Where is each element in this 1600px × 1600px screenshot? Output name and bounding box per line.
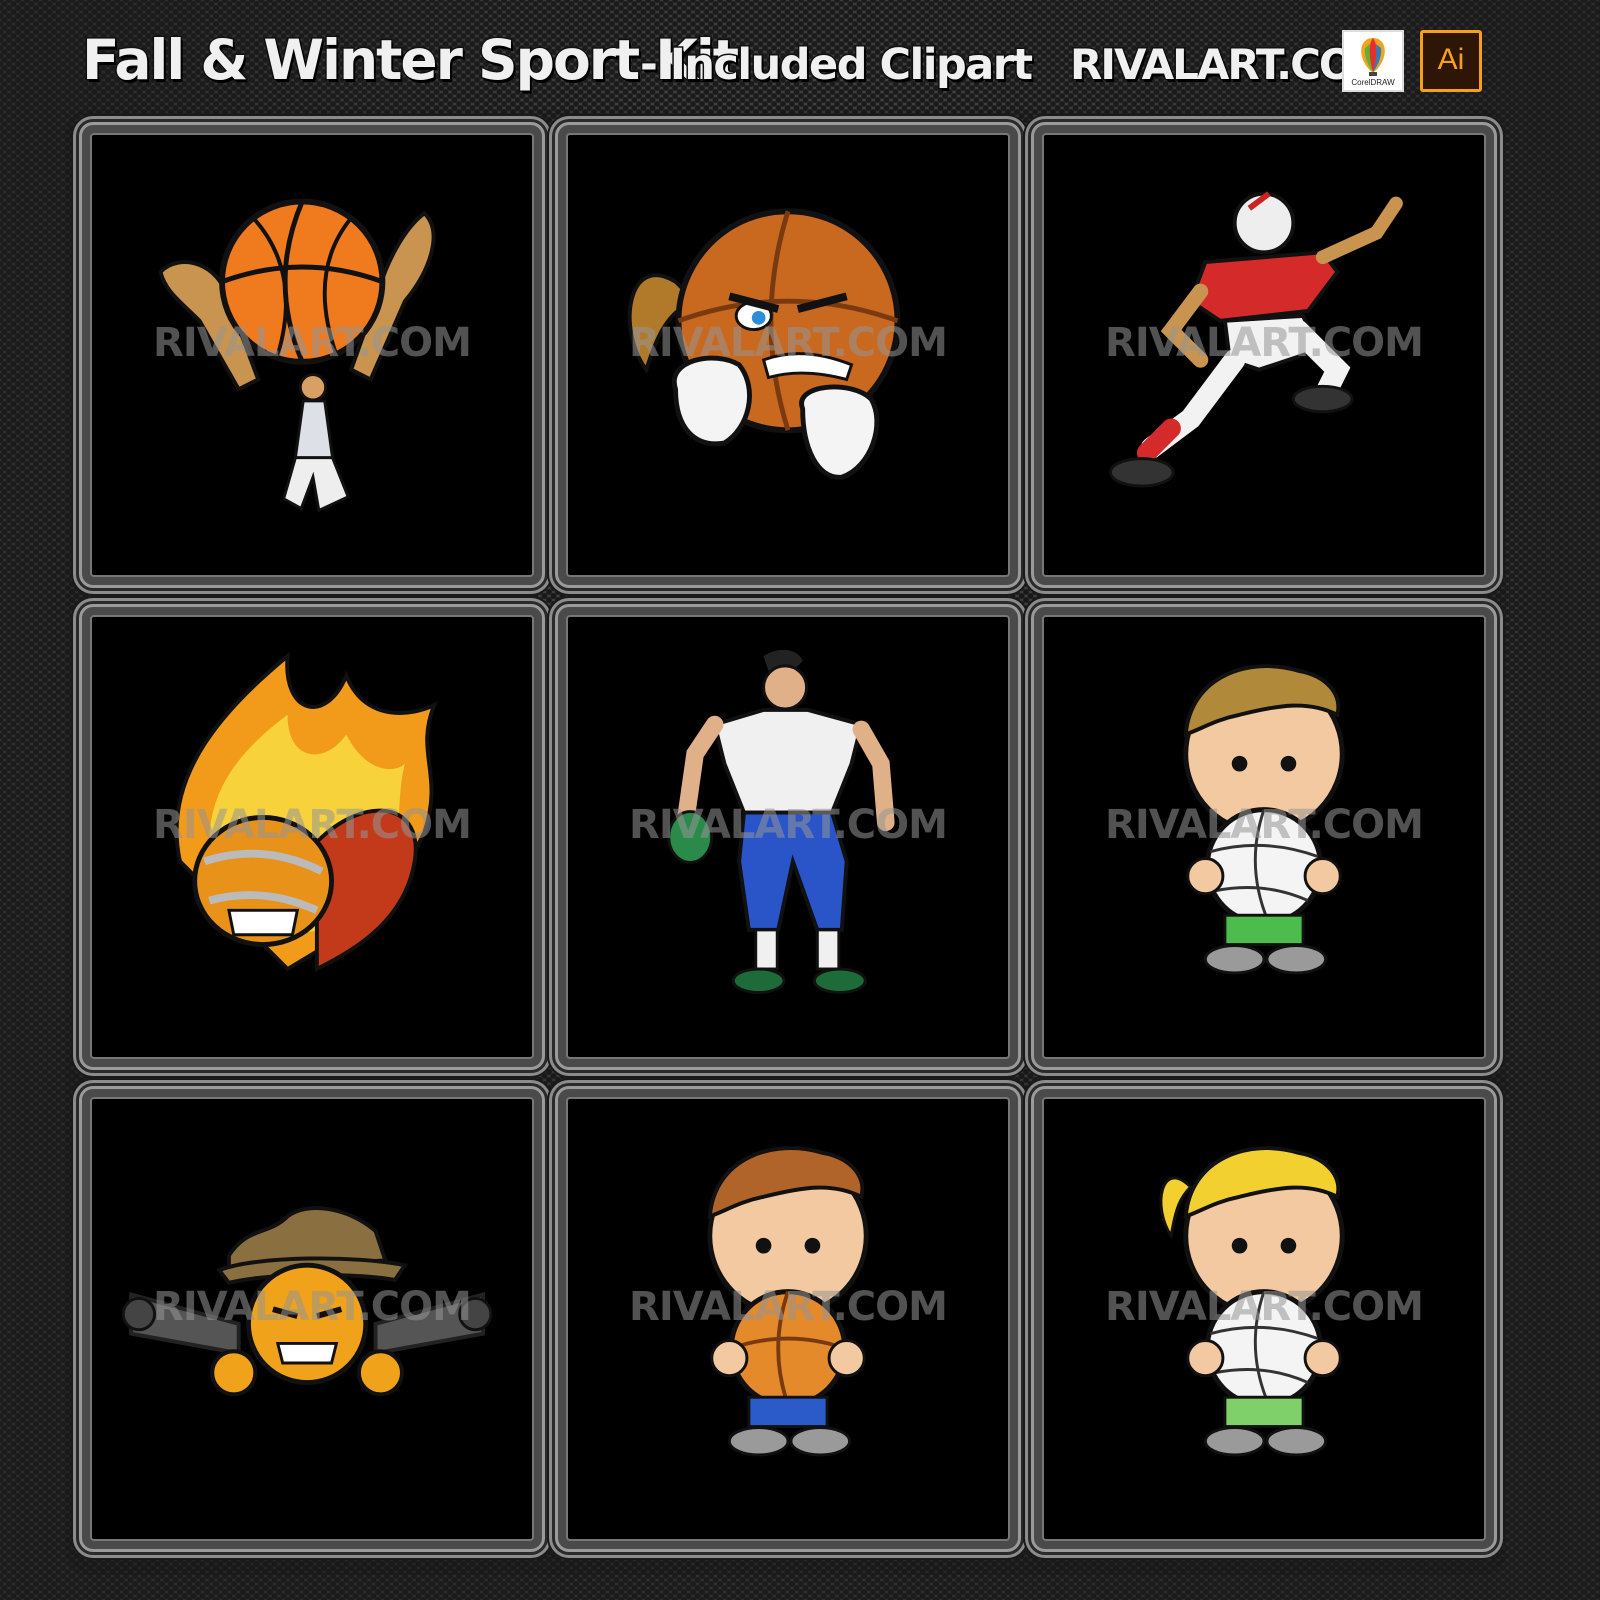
angry-basketball-fists-icon	[627, 208, 901, 480]
page-subtitle: - Included Clipart	[639, 39, 1035, 92]
basketball-dunk-hands-icon	[158, 198, 436, 513]
clipart-cell-5: RIVALART.COM	[555, 604, 1021, 1070]
page-title: Fall & Winter Sport Kit	[80, 27, 740, 94]
clipart-cell-7: RIVALART.COM	[79, 1086, 545, 1552]
header: Fall & Winter Sport Kit - Included Clipa…	[0, 0, 1600, 118]
illustrator-logo-icon: Ai	[1420, 30, 1482, 92]
ai-logo-text: Ai	[1437, 43, 1465, 76]
clipart-cell-9: RIVALART.COM	[1031, 1086, 1497, 1552]
flaming-football-helmet-icon	[174, 651, 438, 973]
football-player-running-icon	[1109, 191, 1403, 488]
coreldraw-logo-icon: CorelDRAW	[1342, 30, 1404, 92]
cowboy-ball-pistols-icon	[121, 1206, 493, 1397]
clipart-cell-4: RIVALART.COM	[79, 604, 545, 1070]
boy-with-basketball-icon	[707, 1146, 869, 1457]
boy-with-volleyball-icon	[1183, 664, 1345, 975]
clipart-cell-1: RIVALART.COM	[79, 122, 545, 588]
clipart-cell-3: RIVALART.COM	[1031, 122, 1497, 588]
girl-with-volleyball-icon	[1159, 1146, 1345, 1457]
coreldraw-caption: CorelDRAW	[1351, 78, 1395, 87]
clipart-cell-6: RIVALART.COM	[1031, 604, 1497, 1070]
clipart-cell-8: RIVALART.COM	[555, 1086, 1021, 1552]
football-player-standing-icon	[667, 649, 895, 994]
clipart-cell-2: RIVALART.COM	[555, 122, 1021, 588]
